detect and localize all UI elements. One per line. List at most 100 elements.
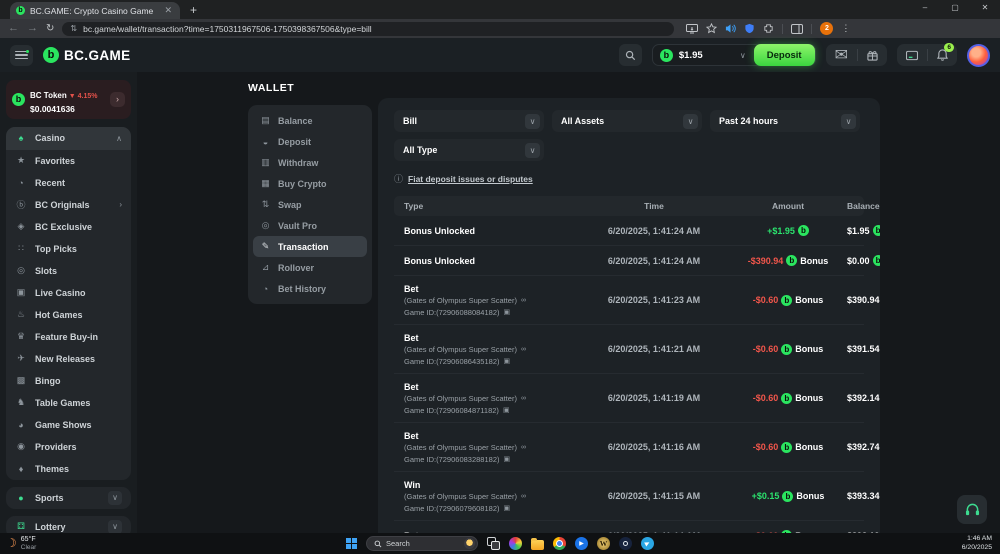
support-button[interactable]	[957, 495, 987, 524]
window-maximize-button[interactable]: ▢	[940, 0, 970, 15]
token-expand-button[interactable]: ›	[110, 92, 125, 107]
game-link-icon[interactable]: ∞	[521, 346, 526, 353]
game-link-icon[interactable]: ∞	[521, 395, 526, 402]
shield-extension-icon[interactable]	[744, 23, 755, 34]
fiat-disputes-link[interactable]: Fiat deposit issues or disputes	[408, 174, 533, 184]
browser-profile-avatar[interactable]: 2	[820, 22, 833, 35]
chrome-icon[interactable]	[553, 537, 566, 550]
bonus-tag: Bonus	[795, 295, 823, 305]
sidebar-item-slots[interactable]: ◎ Slots	[6, 260, 131, 282]
windows-taskbar: ☽ 65°F Clear Search ▶ W ▶ 1:46 AM 6/20/2…	[0, 533, 1000, 554]
task-view-button[interactable]	[487, 537, 500, 550]
sidebar-item-table-games[interactable]: ♞ Table Games	[6, 392, 131, 414]
sidebar-item-game-shows[interactable]: ◕ Game Shows	[6, 414, 131, 436]
telegram-icon[interactable]: ▶	[641, 537, 654, 550]
sidebar-item-recent[interactable]: ◔ Recent	[6, 172, 131, 194]
taskbar-clock[interactable]: 1:46 AM 6/20/2025	[962, 535, 1000, 553]
bookmark-star-icon[interactable]	[706, 23, 717, 34]
table-row: Bonus Unlocked 6/20/2025, 1:41:24 AM -$3…	[394, 246, 864, 276]
sidebar-item-new-releases[interactable]: ✈ New Releases	[6, 348, 131, 370]
gift-icon[interactable]	[867, 50, 878, 61]
casino-sidebar: b BC Token▼ 4.15% $0.0041636 › ♠ Casino …	[0, 72, 137, 533]
address-bar[interactable]: ⇅ bc.game/wallet/transaction?time=175031…	[62, 22, 674, 36]
sidebar-item-top-picks[interactable]: ∷ Top Picks	[6, 238, 131, 260]
wallet-item-bet-history[interactable]: ◔ Bet History	[253, 278, 367, 299]
sidebar-item-sports[interactable]: ● Sports ∨	[6, 487, 131, 509]
sidebar-item-bc-originals[interactable]: ⓑ BC Originals ›	[6, 194, 131, 216]
sidebar-item-bingo[interactable]: ▩ Bingo	[6, 370, 131, 392]
tab-close-icon[interactable]: ✕	[162, 5, 174, 16]
copy-icon[interactable]: ▣	[503, 406, 510, 414]
chevron-down-icon: ∨	[683, 114, 698, 129]
wallet-item-deposit[interactable]: ◒ Deposit	[253, 131, 367, 152]
sidebar-item-providers[interactable]: ◉ Providers	[6, 436, 131, 458]
wallet-item-rollover[interactable]: ⊿ Rollover	[253, 257, 367, 278]
bc-coin-icon: b	[12, 93, 25, 106]
copy-icon[interactable]: ▣	[503, 504, 510, 512]
sidebar-item-casino[interactable]: ♠ Casino ∧	[6, 127, 131, 150]
browser-menu-icon[interactable]: ⋮	[841, 23, 850, 34]
wow-app-icon[interactable]: W	[597, 537, 610, 550]
sidebar-item-feature-buy-in[interactable]: ♛ Feature Buy-in	[6, 326, 131, 348]
bc-coin-icon: b	[781, 393, 792, 404]
game-link-icon[interactable]: ∞	[521, 444, 526, 451]
game-link-icon[interactable]: ∞	[521, 493, 526, 500]
send-to-device-icon[interactable]	[686, 24, 698, 34]
browser-tab[interactable]: b BC.GAME: Crypto Casino Game ✕	[10, 2, 180, 19]
wallet-item-vault-pro[interactable]: ◎ Vault Pro	[253, 215, 367, 236]
file-explorer-icon[interactable]	[531, 540, 544, 550]
sidebar-item-themes[interactable]: ♦ Themes	[6, 458, 131, 480]
copy-icon[interactable]: ▣	[503, 455, 510, 463]
sidebar-item-lottery[interactable]: ⚃ Lottery ∨	[6, 516, 131, 533]
weather-condition: Clear	[21, 544, 37, 551]
token-name: BC Token	[30, 91, 67, 100]
transaction-panel: Bill∨ All Assets∨ Past 24 hours∨ All Typ…	[378, 98, 880, 533]
search-button[interactable]	[619, 44, 642, 66]
window-minimize-button[interactable]: –	[910, 0, 940, 15]
wallet-item-swap[interactable]: ⇅ Swap	[253, 194, 367, 215]
search-icon	[374, 540, 382, 548]
wallet-item-withdraw[interactable]: ▥ Withdraw	[253, 152, 367, 173]
media-app-icon[interactable]: ▶	[575, 537, 588, 550]
assets-filter-dropdown[interactable]: All Assets∨	[552, 110, 702, 132]
sidebar-item-bc-exclusive[interactable]: ◈ BC Exclusive	[6, 216, 131, 238]
game-link-icon[interactable]: ∞	[521, 297, 526, 304]
hamburger-menu-button[interactable]	[10, 45, 33, 66]
forward-icon[interactable]: →	[27, 23, 38, 34]
sidebar-item-hot-games[interactable]: ♨ Hot Games	[6, 304, 131, 326]
window-close-button[interactable]: ✕	[970, 0, 1000, 15]
type-filter-dropdown[interactable]: All Type∨	[394, 139, 544, 161]
volume-extension-icon[interactable]	[725, 23, 736, 34]
user-avatar[interactable]	[967, 44, 990, 67]
deposit-button[interactable]: Deposit	[754, 44, 815, 66]
taskbar-search-box[interactable]: Search	[366, 536, 478, 551]
bc-token-card[interactable]: b BC Token▼ 4.15% $0.0041636 ›	[6, 80, 131, 119]
period-filter-dropdown[interactable]: Past 24 hours∨	[710, 110, 860, 132]
photos-app-icon[interactable]	[509, 537, 522, 550]
taskbar-weather-widget[interactable]: ☽ 65°F Clear	[0, 536, 36, 552]
wallet-item-transaction[interactable]: ✎ Transaction	[253, 236, 367, 257]
sidebar-item-favorites[interactable]: ★ Favorites	[6, 150, 131, 172]
messages-icon[interactable]: ✉	[835, 45, 848, 65]
copy-icon[interactable]: ▣	[503, 357, 510, 365]
wallet-item-balance[interactable]: ▤ Balance	[253, 110, 367, 131]
refresh-icon[interactable]: ↻	[46, 24, 54, 34]
sidebar-item-live-casino[interactable]: ▣ Live Casino	[6, 282, 131, 304]
transaction-icon: ✎	[260, 241, 271, 252]
extensions-puzzle-icon[interactable]	[763, 23, 774, 34]
new-tab-button[interactable]: +	[190, 3, 197, 17]
steam-icon[interactable]	[619, 537, 632, 550]
chevron-right-icon: ›	[119, 200, 122, 209]
bill-filter-dropdown[interactable]: Bill∨	[394, 110, 544, 132]
vip-card-icon[interactable]	[906, 50, 918, 61]
tx-balance: $393.34 b	[847, 491, 880, 502]
start-button[interactable]	[346, 538, 357, 549]
bc-exclusive-icon: ◈	[15, 221, 27, 232]
wallet-balance-dropdown[interactable]: b $1.95 ∨ Deposit	[652, 44, 816, 66]
side-panel-icon[interactable]	[791, 24, 803, 34]
wallet-item-buy-crypto[interactable]: ▦ Buy Crypto	[253, 173, 367, 194]
bcgame-logo[interactable]: b BC.GAME	[43, 47, 131, 63]
back-icon[interactable]: ←	[8, 23, 19, 34]
copy-icon[interactable]: ▣	[503, 308, 510, 316]
site-settings-icon[interactable]: ⇅	[70, 24, 77, 33]
